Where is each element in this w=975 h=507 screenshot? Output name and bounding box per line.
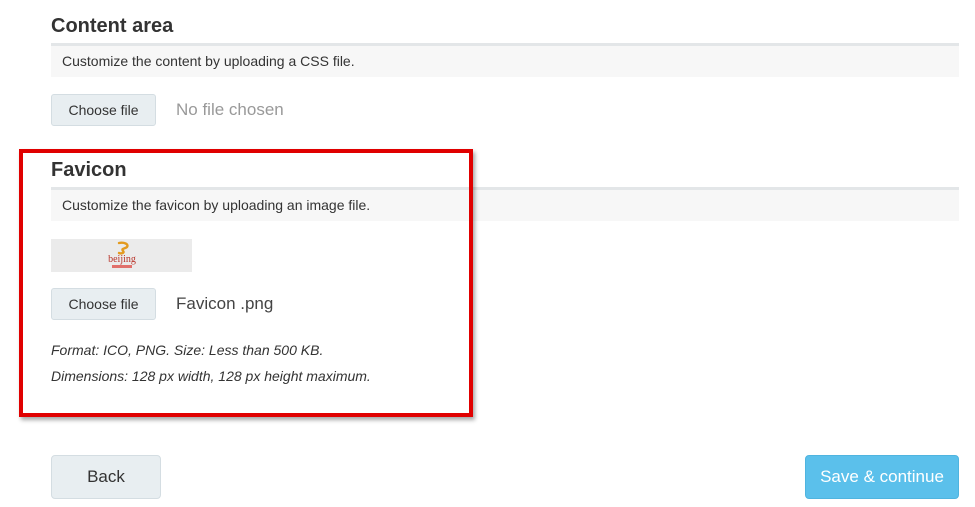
content-area-file-status: No file chosen xyxy=(176,100,284,119)
favicon-description: Customize the favicon by uploading an im… xyxy=(51,190,959,221)
favicon-file-row: Choose file Favicon .png xyxy=(51,288,273,320)
favicon-choose-file-button[interactable]: Choose file xyxy=(51,288,156,320)
favicon-preview-image: beijing xyxy=(51,239,192,272)
save-continue-button[interactable]: Save & continue xyxy=(805,455,959,499)
favicon-dimensions-hint: Dimensions: 128 px width, 128 px height … xyxy=(51,368,371,384)
beijing-logo-text: beijing xyxy=(108,254,136,265)
favicon-section: Favicon Customize the favicon by uploadi… xyxy=(51,158,959,384)
content-area-file-row: Choose file No file chosen xyxy=(51,94,284,126)
beijing-logo-icon: beijing xyxy=(108,241,136,268)
content-area-title: Content area xyxy=(51,14,959,46)
content-area-description: Customize the content by uploading a CSS… xyxy=(51,46,959,77)
content-area-section: Content area Customize the content by up… xyxy=(51,14,959,126)
back-button[interactable]: Back xyxy=(51,455,161,499)
favicon-format-hint: Format: ICO, PNG. Size: Less than 500 KB… xyxy=(51,342,324,358)
favicon-title: Favicon xyxy=(51,158,959,190)
content-area-choose-file-button[interactable]: Choose file xyxy=(51,94,156,126)
favicon-file-status: Favicon .png xyxy=(176,294,274,313)
